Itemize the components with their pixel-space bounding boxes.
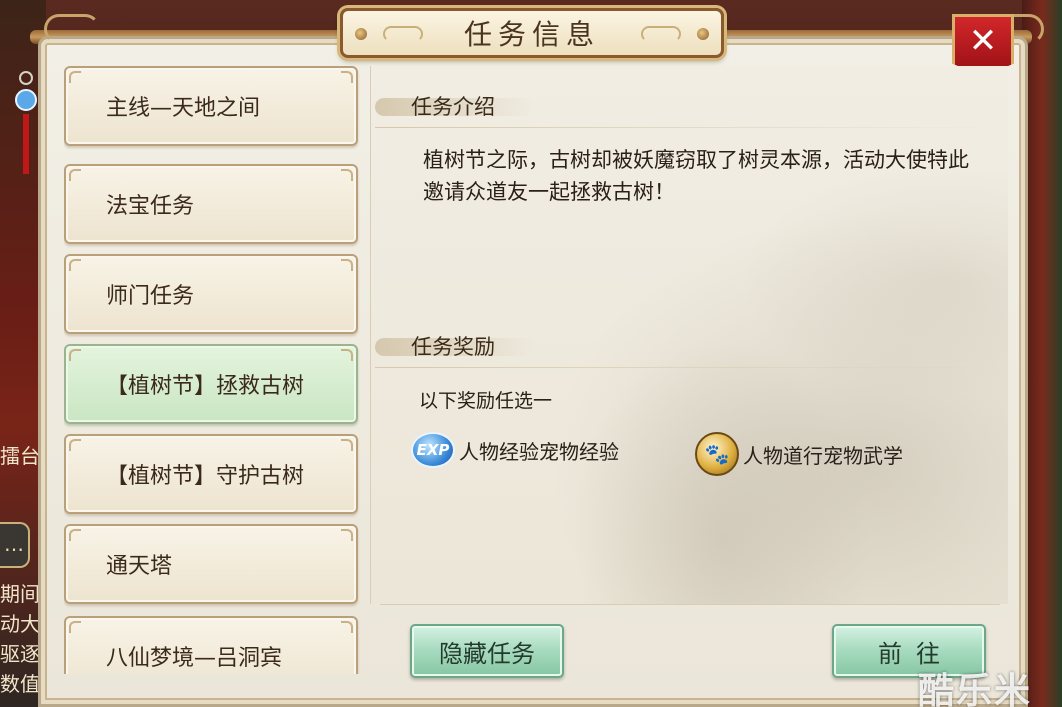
background-right-strip (1022, 0, 1062, 707)
task-item-sect[interactable]: 师门任务 (64, 254, 358, 334)
plaque-knob-icon (697, 28, 709, 40)
task-item-label: 主线—天地之间 (106, 96, 261, 121)
task-item-label: 【植树节】守护古树 (106, 464, 305, 489)
paw-coin-icon: 🐾 (695, 432, 739, 476)
watermark: 酷乐米 (918, 671, 1033, 707)
hide-task-button[interactable]: 隐藏任务 (410, 624, 564, 678)
task-description: 植树节之际，古树却被妖魔窃取了树灵本源，活动大使特此邀请众道友一起拯救古树！ (423, 148, 969, 204)
reward-option-exp[interactable]: EXP 人物经验宠物经验 (411, 432, 619, 468)
background-text: 驱逐 (0, 642, 40, 666)
reward-option-daoxing[interactable]: 🐾 人物道行宠物武学 (695, 432, 903, 476)
task-item-guard-ancient-tree[interactable]: 【植树节】守护古树 (64, 434, 358, 514)
task-item-save-ancient-tree[interactable]: 【植树节】拯救古树 (64, 344, 358, 424)
task-item-label: 通天塔 (106, 554, 173, 579)
intro-section-header: 任务介绍 (375, 90, 1005, 128)
background-text: 动大 (0, 612, 40, 636)
task-list[interactable]: 主线—天地之间 法宝任务 师门任务 【植树节】拯救古树 【植树节】守护古树 通天… (64, 66, 360, 674)
divider (380, 604, 1000, 605)
chat-icon[interactable]: … (0, 522, 30, 568)
hanging-ornament-icon (15, 71, 37, 174)
reward-section-header: 任务奖励 (375, 330, 1005, 368)
title-plaque: 任务信息 (340, 8, 724, 58)
task-item-label: 【植树节】拯救古树 (106, 374, 305, 399)
reward-label: 人物经验宠物经验 (459, 439, 619, 464)
window-title: 任务信息 (463, 18, 600, 51)
task-detail-pane: 任务介绍 植树节之际，古树却被妖魔窃取了树灵本源，活动大使特此邀请众道友一起拯救… (370, 66, 1008, 604)
task-item-eight-immortals[interactable]: 八仙梦境—吕洞宾 (64, 616, 358, 674)
plaque-knob-icon (355, 28, 367, 40)
close-icon: ✕ (968, 21, 998, 61)
reward-header: 任务奖励 (411, 335, 495, 359)
background-text: 期间 (0, 582, 40, 606)
task-item-main-story[interactable]: 主线—天地之间 (64, 66, 358, 146)
task-item-sky-tower[interactable]: 通天塔 (64, 524, 358, 604)
reward-label: 人物道行宠物武学 (743, 443, 903, 468)
cloud-ornament-icon (383, 26, 423, 42)
reward-note: 以下奖励任选一 (419, 390, 553, 412)
background-text: 擂台 (0, 444, 40, 468)
intro-header: 任务介绍 (411, 95, 495, 119)
background-text: 数值 (0, 672, 40, 696)
task-item-label: 法宝任务 (106, 194, 195, 219)
exp-icon: EXP (411, 432, 455, 468)
task-item-label: 八仙梦境—吕洞宾 (106, 646, 283, 671)
cloud-ornament-icon (641, 26, 681, 42)
task-item-label: 师门任务 (106, 284, 195, 309)
frame-corner-ornament (44, 14, 100, 44)
task-item-treasure[interactable]: 法宝任务 (64, 164, 358, 244)
